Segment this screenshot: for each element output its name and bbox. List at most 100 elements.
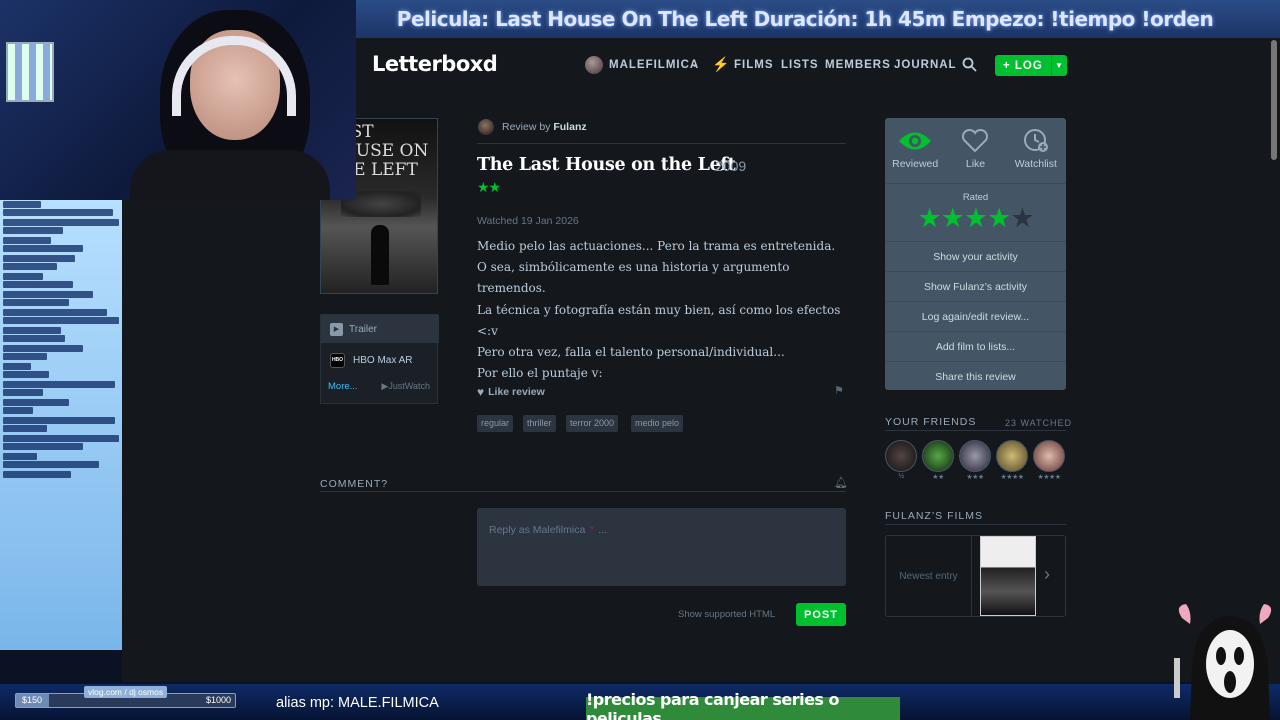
friend-avatar[interactable] — [959, 440, 991, 472]
share-review[interactable]: Share this review — [885, 361, 1066, 391]
bell-icon[interactable]: 🔔︎ — [834, 476, 848, 489]
review-tag[interactable]: terror 2000 — [566, 415, 619, 432]
review-rating-stars: ★★ — [477, 179, 501, 195]
stream-frame: Letterboxd MALEFILMICA ⌄ ⚡ FILMS LISTS M… — [0, 0, 1280, 720]
chat-message — [3, 425, 47, 432]
logo[interactable]: Letterboxd — [372, 52, 498, 76]
goal-label: vlog.com / dj osmos — [84, 686, 168, 698]
justwatch-label: JustWatch — [388, 381, 430, 391]
nav-members[interactable]: MEMBERS — [825, 59, 891, 71]
friends-heading[interactable]: YOUR FRIENDS — [885, 416, 976, 428]
film-thumbnail[interactable] — [980, 536, 1036, 616]
rating-block: Rated ★★★★★ — [885, 183, 1066, 241]
review-tag[interactable]: thriller — [523, 415, 556, 432]
review-line: tremendos. — [477, 281, 546, 296]
friend-avatar[interactable] — [922, 440, 954, 472]
justwatch-link[interactable]: ▶JustWatch — [381, 381, 430, 392]
divider — [320, 491, 846, 492]
rating-star[interactable]: ★ — [1010, 203, 1034, 233]
reviewer-films-heading[interactable]: FULANZ’S FILMS — [885, 510, 983, 522]
friend-avatar[interactable] — [1033, 440, 1065, 472]
chat-message — [3, 255, 75, 262]
reviewer-films-carousel: Newest entry › — [885, 535, 1066, 617]
chat-message — [3, 291, 93, 298]
required-marker: * — [589, 524, 594, 536]
chat-message — [3, 227, 63, 234]
chat-message — [3, 399, 69, 406]
nav-lists[interactable]: LISTS — [781, 59, 819, 71]
nav-user-menu[interactable]: MALEFILMICA — [609, 59, 699, 71]
chat-message — [3, 273, 43, 280]
reviewed-toggle[interactable]: Reviewed — [885, 118, 945, 181]
chat-message — [3, 201, 41, 208]
chat-message — [3, 353, 47, 360]
action-buttons: Reviewed Like Watchlist — [885, 118, 1066, 181]
friend-avatar[interactable] — [996, 440, 1028, 472]
rating-star[interactable]: ★ — [941, 203, 965, 233]
add-to-lists[interactable]: Add film to lists... — [885, 331, 1066, 361]
trailer-link[interactable]: ▶ Trailer — [321, 315, 439, 343]
more-services-link[interactable]: More... — [328, 381, 358, 392]
chat-message — [3, 417, 115, 424]
trailer-label: Trailer — [349, 323, 377, 335]
post-button[interactable]: POST — [796, 603, 846, 626]
rated-label: Rated — [962, 192, 989, 203]
chat-message — [3, 345, 83, 352]
show-reviewer-activity[interactable]: Show Fulanz’s activity — [885, 271, 1066, 301]
reply-placeholder-suffix: ... — [598, 524, 608, 536]
watchlist-label: Watchlist — [1014, 158, 1057, 170]
chat-message — [3, 435, 119, 442]
friends-watched-count[interactable]: 23 WATCHED — [1005, 418, 1072, 428]
chat-message — [3, 219, 119, 226]
search-icon[interactable] — [962, 57, 977, 72]
chat-message — [3, 471, 71, 478]
chat-message — [3, 245, 83, 252]
log-button[interactable]: + LOG ▼ — [995, 55, 1067, 76]
show-html-link[interactable]: Show supported HTML — [678, 609, 775, 620]
nav-journal[interactable]: JOURNAL — [894, 59, 957, 71]
review-byline: Review by Fulanz — [502, 121, 587, 133]
watchlist-toggle[interactable]: Watchlist — [1006, 118, 1066, 181]
chat-message — [3, 281, 73, 288]
reviewer-avatar[interactable] — [478, 119, 494, 135]
report-flag-icon[interactable]: ⚑ — [834, 384, 844, 397]
user-avatar[interactable] — [585, 56, 603, 74]
service-hbo-max[interactable]: HBO HBO Max AR — [321, 347, 439, 373]
nav-films[interactable]: FILMS — [734, 59, 774, 71]
now-playing-banner: Pelicula: Last House On The Left Duració… — [330, 0, 1280, 38]
chat-message — [3, 335, 65, 342]
friend-rating: ★★★★ — [1037, 474, 1061, 481]
rating-stars[interactable]: ★★★★★ — [885, 203, 1066, 234]
chevron-down-icon[interactable]: ⌄ — [690, 57, 699, 70]
chat-message — [3, 309, 107, 316]
review-tag[interactable]: regular — [477, 415, 514, 432]
film-year[interactable]: 2009 — [715, 158, 746, 174]
friend-rating: ½ — [898, 473, 904, 480]
scrollbar[interactable] — [1268, 38, 1280, 684]
review-tag[interactable]: medio pelo — [631, 415, 684, 432]
review-line: Medio pelo las actuaciones... Pero la tr… — [477, 239, 836, 253]
like-toggle[interactable]: Like — [945, 118, 1005, 181]
log-again-edit-review[interactable]: Log again/edit review... — [885, 301, 1066, 331]
poster-figure — [371, 225, 389, 285]
like-review-button[interactable]: ♥ Like review — [477, 385, 545, 399]
scrollbar-thumb[interactable] — [1271, 40, 1277, 160]
reviewer-name[interactable]: Fulanz — [553, 121, 586, 133]
divider — [885, 430, 1066, 431]
reply-input[interactable]: Reply as Malefilmica * ... — [477, 508, 846, 586]
rating-star[interactable]: ★ — [987, 203, 1011, 233]
rating-star[interactable]: ★ — [917, 203, 941, 233]
show-your-activity[interactable]: Show your activity — [885, 241, 1066, 271]
alias-text: alias mp: MALE.FILMICA — [276, 695, 439, 711]
friend-avatar[interactable] — [885, 440, 917, 472]
activity-bolt-icon[interactable]: ⚡ — [712, 56, 729, 73]
review-body: Medio pelo las actuaciones... Pero la tr… — [477, 236, 857, 384]
goal-max: $1000 — [205, 695, 231, 705]
chevron-right-icon[interactable]: › — [1044, 564, 1050, 585]
log-dropdown-icon[interactable]: ▼ — [1051, 55, 1067, 76]
film-title[interactable]: The Last House on the Left — [477, 155, 736, 175]
like-label: Like — [965, 158, 986, 170]
rating-star[interactable]: ★ — [964, 203, 988, 233]
chat-message — [3, 453, 37, 460]
heart-icon: ♥ — [477, 385, 485, 399]
